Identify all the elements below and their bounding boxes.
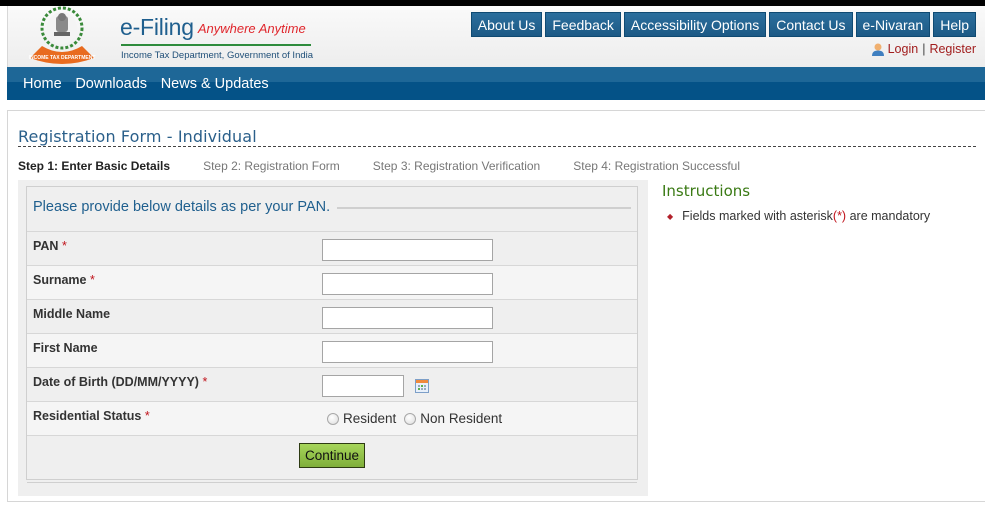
required-asterisk: * (61, 239, 67, 253)
continue-button[interactable]: Continue (299, 443, 366, 468)
brand-tagline: Anywhere Anytime (197, 21, 306, 36)
instructions-panel: Instructions ◆ Fields marked with asteri… (662, 182, 930, 223)
instruction-asterisk: (*) (832, 209, 847, 223)
dob-input[interactable] (322, 375, 404, 397)
required-asterisk: * (202, 375, 208, 389)
emblem-ribbon-text: INCOME TAX DEPARTMENT (29, 55, 96, 61)
instructions-title: Instructions (662, 182, 751, 200)
page-title: Registration Form - Individual (18, 127, 257, 146)
non-resident-radio[interactable] (404, 412, 417, 425)
form-row-actions: Continue (27, 435, 637, 483)
nav-downloads[interactable]: Downloads (75, 76, 147, 92)
top-link-feedback[interactable]: Feedback (545, 12, 621, 37)
resident-label: Resident (343, 411, 397, 426)
nav-home[interactable]: Home (23, 76, 62, 92)
step-3-registration-verification: Step 3: Registration Verification (372, 159, 541, 173)
top-link-e-nivaran[interactable]: e-Nivaran (855, 12, 931, 37)
first-name-label: First Name (33, 341, 98, 355)
nav-news-updates[interactable]: News & Updates (161, 76, 269, 92)
instruction-item: ◆ Fields marked with asterisk(*) are man… (662, 209, 930, 223)
content-panel: Registration Form - Individual Step 1: E… (7, 110, 985, 502)
calendar-icon[interactable] (415, 379, 429, 393)
non-resident-label: Non Resident (420, 411, 503, 426)
login-separator: | (922, 42, 926, 56)
residential-status-options: Resident Non Resident (327, 411, 510, 426)
title-divider (18, 146, 976, 147)
form-legend: Please provide below details as per your… (33, 199, 631, 215)
legend-line (337, 207, 631, 209)
required-asterisk: * (144, 409, 150, 423)
middle-name-input[interactable] (322, 307, 493, 329)
middle-name-label: Middle Name (33, 307, 111, 321)
income-tax-emblem-logo[interactable]: INCOME TAX DEPARTMENT (28, 6, 96, 66)
top-links: About Us Feedback Accessibility Options … (470, 12, 976, 37)
form-row-pan: PAN * (27, 231, 637, 265)
brand-subtitle: Income Tax Department, Government of Ind… (121, 50, 314, 61)
bullet-icon: ◆ (667, 211, 674, 221)
user-icon (871, 43, 884, 56)
form-row-middle-name: Middle Name (27, 299, 637, 333)
login-link[interactable]: Login (888, 42, 919, 56)
step-2-registration-form: Step 2: Registration Form (203, 159, 340, 173)
top-link-contact-us[interactable]: Contact Us (769, 12, 853, 37)
step-1-enter-basic-details: Step 1: Enter Basic Details (18, 159, 171, 173)
brand: e-Filing Anywhere Anytime (120, 14, 306, 41)
main-nav: Home Downloads News & Updates (7, 67, 985, 100)
residential-status-label: Residential Status (33, 409, 142, 423)
site-header: INCOME TAX DEPARTMENT e-Filing Anywhere A… (7, 6, 985, 67)
brand-title: e-Filing (120, 14, 194, 40)
instruction-text-end: are mandatory (846, 209, 931, 223)
option-resident[interactable]: Resident (327, 411, 396, 426)
resident-radio[interactable] (327, 412, 339, 425)
form-legend-text: Please provide below details as per your… (33, 199, 331, 215)
login-bar: Login | Register (871, 42, 976, 56)
form-row-surname: Surname * (27, 265, 637, 299)
register-link[interactable]: Register (929, 42, 976, 56)
instruction-text: Fields marked with asterisk (682, 209, 833, 223)
surname-input[interactable] (322, 273, 493, 295)
basic-details-form: Please provide below details as per your… (26, 186, 638, 483)
surname-label: Surname (33, 273, 87, 287)
pan-label: PAN (33, 239, 59, 253)
step-4-registration-successful: Step 4: Registration Successful (573, 159, 740, 173)
form-row-residential-status: Residential Status * Resident Non Reside… (27, 401, 637, 435)
registration-steps: Step 1: Enter Basic Details Step 2: Regi… (18, 159, 773, 173)
top-link-help[interactable]: Help (933, 12, 976, 37)
form-row-first-name: First Name (27, 333, 637, 367)
brand-divider (121, 44, 311, 46)
top-link-accessibility-options[interactable]: Accessibility Options (623, 12, 767, 37)
top-link-about-us[interactable]: About Us (470, 12, 543, 37)
dob-label: Date of Birth (DD/MM/YYYY) (33, 375, 199, 389)
form-container: Please provide below details as per your… (18, 180, 648, 496)
form-row-date-of-birth: Date of Birth (DD/MM/YYYY) * (27, 367, 637, 401)
pan-input[interactable] (322, 239, 493, 261)
first-name-input[interactable] (322, 341, 493, 363)
required-asterisk: * (89, 273, 95, 287)
option-non-resident[interactable]: Non Resident (404, 411, 502, 426)
